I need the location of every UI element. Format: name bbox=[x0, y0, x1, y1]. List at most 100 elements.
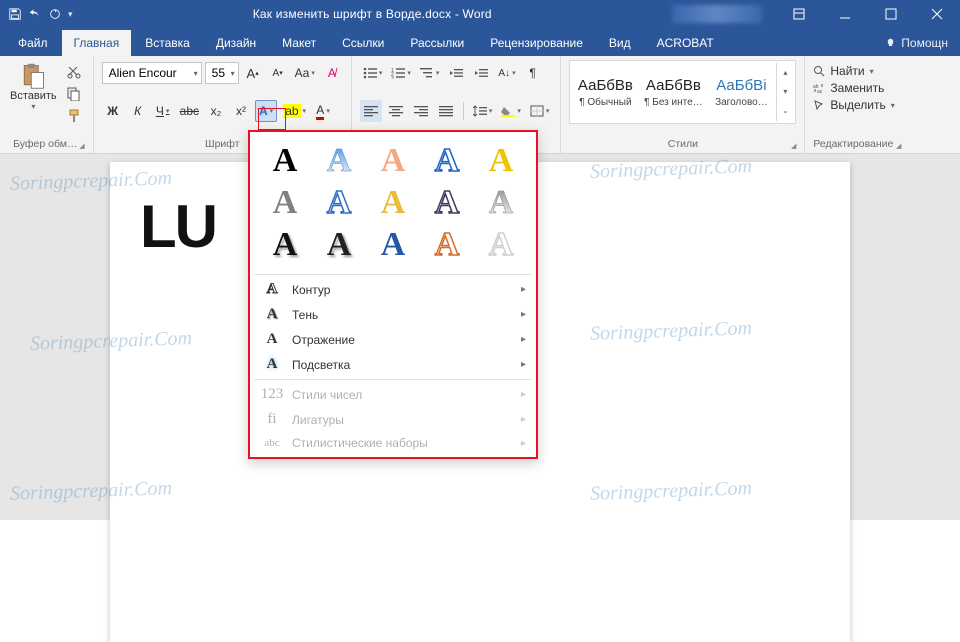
sort-icon: A↓ bbox=[498, 68, 510, 79]
clear-formatting-button[interactable]: A̸ bbox=[321, 62, 343, 84]
fx-preset[interactable]: A bbox=[435, 142, 460, 180]
fx-label: Лигатуры bbox=[292, 413, 344, 427]
align-left-button[interactable] bbox=[360, 100, 382, 122]
font-size-combo[interactable]: 55 bbox=[205, 62, 239, 84]
titlebar: ▾ Как изменить шрифт в Ворде.docx - Word bbox=[0, 0, 960, 28]
fx-preset[interactable]: A bbox=[489, 184, 514, 222]
copy-button[interactable] bbox=[63, 84, 85, 104]
multilevel-button[interactable] bbox=[417, 62, 443, 84]
style-normal[interactable]: АаБбВв¶ Обычный bbox=[572, 63, 638, 121]
tab-file[interactable]: Файл bbox=[6, 30, 60, 56]
tab-insert[interactable]: Вставка bbox=[133, 30, 202, 56]
change-case-button[interactable]: Aa bbox=[292, 62, 318, 84]
tab-acrobat[interactable]: ACROBAT bbox=[645, 30, 726, 56]
redo-icon[interactable] bbox=[48, 7, 62, 21]
tab-references[interactable]: Ссылки bbox=[330, 30, 396, 56]
fx-preset[interactable]: A bbox=[327, 226, 352, 264]
tell-me[interactable]: Помощн bbox=[872, 30, 960, 56]
fx-preset[interactable]: A bbox=[435, 184, 460, 222]
tab-layout[interactable]: Макет bbox=[270, 30, 328, 56]
fx-preset[interactable]: A bbox=[327, 184, 352, 222]
paste-button[interactable]: Вставить ▾ bbox=[6, 60, 61, 126]
style-label: ¶ Без инте… bbox=[644, 97, 703, 108]
fx-preset[interactable]: A bbox=[489, 226, 514, 264]
fx-label: Подсветка bbox=[292, 358, 350, 372]
eraser-icon: A̸ bbox=[328, 66, 336, 80]
ribbon-options-icon[interactable] bbox=[776, 0, 822, 28]
style-preview: АаБбВв bbox=[578, 77, 633, 97]
fx-preset[interactable]: A bbox=[273, 142, 298, 180]
replace-button[interactable]: abacЗаменить bbox=[813, 81, 901, 95]
format-painter-button[interactable] bbox=[63, 106, 85, 126]
minimize-icon[interactable] bbox=[822, 0, 868, 28]
align-right-icon bbox=[414, 105, 428, 117]
fx-preset[interactable]: A bbox=[489, 142, 514, 180]
shrink-font-button[interactable]: A▾ bbox=[267, 62, 289, 84]
fx-shadow-icon: A bbox=[262, 306, 282, 323]
align-center-icon bbox=[389, 105, 403, 117]
tab-mailings[interactable]: Рассылки bbox=[398, 30, 476, 56]
fx-preset[interactable]: A bbox=[273, 226, 298, 264]
show-marks-button[interactable]: ¶ bbox=[522, 62, 544, 84]
text-effects-dropdown: AAAAAAAAAAAAAAA AКонтур AТень AОтражение… bbox=[248, 130, 538, 459]
line-spacing-button[interactable] bbox=[470, 100, 496, 122]
bullets-button[interactable] bbox=[360, 62, 386, 84]
fx-reflection[interactable]: AОтражение bbox=[250, 327, 536, 352]
group-editing: Найти▾ abacЗаменить Выделить▾ Редактиров… bbox=[805, 56, 909, 153]
tab-view[interactable]: Вид bbox=[597, 30, 643, 56]
find-label: Найти bbox=[830, 64, 864, 78]
find-button[interactable]: Найти▾ bbox=[813, 64, 901, 78]
grow-font-button[interactable]: A▴ bbox=[242, 62, 264, 84]
fx-preset[interactable]: A bbox=[327, 142, 352, 180]
shading-button[interactable] bbox=[498, 100, 524, 122]
close-icon[interactable] bbox=[914, 0, 960, 28]
select-icon bbox=[813, 99, 825, 111]
fx-preset[interactable]: A bbox=[381, 142, 406, 180]
strikethrough-button[interactable]: abc bbox=[177, 100, 202, 122]
maximize-icon[interactable] bbox=[868, 0, 914, 28]
styles-gallery[interactable]: АаБбВв¶ Обычный АаБбВв¶ Без инте… АаБбВі… bbox=[569, 60, 796, 124]
style-heading1[interactable]: АаБбВіЗаголово… bbox=[708, 63, 774, 121]
tab-home[interactable]: Главная bbox=[62, 30, 132, 56]
cut-icon bbox=[67, 65, 81, 79]
undo-icon[interactable] bbox=[28, 7, 42, 21]
align-center-button[interactable] bbox=[385, 100, 407, 122]
style-no-spacing[interactable]: АаБбВв¶ Без инте… bbox=[640, 63, 706, 121]
fx-shadow[interactable]: AТень bbox=[250, 302, 536, 327]
fx-glow-icon: A bbox=[262, 356, 282, 373]
lightbulb-icon bbox=[884, 37, 897, 50]
fx-label: Контур bbox=[292, 283, 330, 297]
fx-num-icon: 123 bbox=[262, 386, 282, 403]
font-color-button[interactable]: A bbox=[312, 100, 334, 122]
indent-icon bbox=[474, 67, 488, 79]
fx-preset[interactable]: A bbox=[435, 226, 460, 264]
superscript-button[interactable]: x² bbox=[230, 100, 252, 122]
save-icon[interactable] bbox=[8, 7, 22, 21]
numbering-button[interactable]: 123 bbox=[388, 62, 414, 84]
underline-button[interactable]: Ч bbox=[152, 100, 174, 122]
outdent-button[interactable] bbox=[445, 62, 467, 84]
tab-design[interactable]: Дизайн bbox=[204, 30, 268, 56]
fx-preset[interactable]: A bbox=[381, 226, 406, 264]
justify-button[interactable] bbox=[435, 100, 457, 122]
fx-glow[interactable]: A Подсветка bbox=[250, 352, 536, 377]
subscript-button[interactable]: x₂ bbox=[205, 100, 227, 122]
italic-button[interactable]: К bbox=[127, 100, 149, 122]
fx-outline[interactable]: AКонтур bbox=[250, 277, 536, 302]
fx-preset[interactable]: A bbox=[273, 184, 298, 222]
bucket-icon bbox=[501, 105, 515, 117]
tab-review[interactable]: Рецензирование bbox=[478, 30, 595, 56]
cut-button[interactable] bbox=[63, 62, 85, 82]
sort-button[interactable]: A↓ bbox=[495, 62, 518, 84]
align-right-button[interactable] bbox=[410, 100, 432, 122]
borders-button[interactable] bbox=[527, 100, 553, 122]
qat-customize-icon[interactable]: ▾ bbox=[68, 9, 73, 20]
bold-button[interactable]: Ж bbox=[102, 100, 124, 122]
fx-preset[interactable]: A bbox=[381, 184, 406, 222]
outdent-icon bbox=[449, 67, 463, 79]
fx-ligatures: fiЛигатуры bbox=[250, 407, 536, 432]
select-button[interactable]: Выделить▾ bbox=[813, 98, 901, 112]
styles-scroll[interactable]: ▴▾⌄ bbox=[776, 63, 793, 121]
indent-button[interactable] bbox=[470, 62, 492, 84]
font-name-combo[interactable]: Alien Encour bbox=[102, 62, 202, 84]
